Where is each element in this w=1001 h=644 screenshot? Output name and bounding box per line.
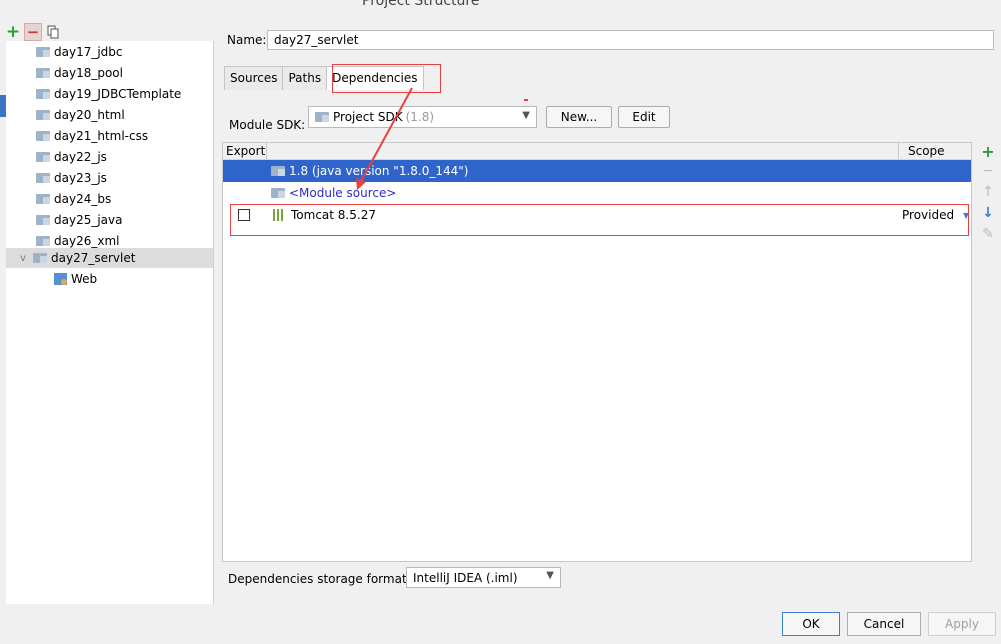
module-folder-icon xyxy=(36,68,50,78)
web-facet-icon xyxy=(54,273,67,285)
header-export: Export xyxy=(226,144,266,158)
module-label: day22_js xyxy=(54,150,107,164)
module-label: day25_java xyxy=(54,213,123,227)
focus-indicator xyxy=(0,95,6,117)
module-folder-icon xyxy=(36,194,50,204)
sdk-folder-icon xyxy=(315,112,329,122)
table-side-toolbar: + − ↑ ↓ ✎ xyxy=(978,142,998,247)
table-header: Export Scope xyxy=(223,143,971,160)
edit-sdk-button[interactable]: Edit xyxy=(618,106,670,128)
ok-button[interactable]: OK xyxy=(782,612,840,636)
add-dependency-icon[interactable]: + xyxy=(978,142,998,163)
dependency-name: 1.8 (java version "1.8.0_144") xyxy=(289,164,469,178)
facet-label: Web xyxy=(71,272,98,286)
module-label: day19_JDBCTemplate xyxy=(54,87,182,101)
storage-format-select[interactable]: IntelliJ IDEA (.iml) ▼ xyxy=(406,567,561,588)
module-folder-icon xyxy=(36,152,50,162)
module-folder-icon xyxy=(36,47,50,57)
module-name-input[interactable] xyxy=(267,30,994,50)
module-label: day21_html-css xyxy=(54,129,149,143)
chevron-down-icon[interactable]: v xyxy=(16,253,30,264)
module-sdk-label: Module SDK: xyxy=(229,118,306,132)
copy-module-icon[interactable] xyxy=(45,24,61,40)
module-label: day17_jdbc xyxy=(54,45,123,59)
module-folder-icon xyxy=(36,89,50,99)
new-sdk-button[interactable]: New... xyxy=(546,106,612,128)
module-folder-icon xyxy=(36,215,50,225)
apply-button[interactable]: Apply xyxy=(928,612,996,636)
header-divider xyxy=(266,143,267,159)
storage-format-value: IntelliJ IDEA (.iml) xyxy=(413,570,518,585)
module-label: day27_servlet xyxy=(51,251,136,265)
module-label: day26_xml xyxy=(54,234,120,248)
tab-paths[interactable]: Paths xyxy=(282,66,328,90)
window-titlebar: Project Structure xyxy=(0,0,1001,11)
tree-item-module[interactable]: day17_jdbc xyxy=(6,42,213,62)
module-label: day24_bs xyxy=(54,192,112,206)
header-scope: Scope xyxy=(908,144,945,158)
source-folder-icon xyxy=(271,188,285,198)
module-tree: day17_jdbc day18_pool day19_JDBCTemplate… xyxy=(6,41,214,604)
header-divider xyxy=(898,143,899,159)
tree-item-module[interactable]: day19_JDBCTemplate xyxy=(6,84,213,104)
cancel-button[interactable]: Cancel xyxy=(847,612,921,636)
table-row-jdk[interactable]: 1.8 (java version "1.8.0_144") xyxy=(223,160,971,182)
tree-item-module[interactable]: day22_js xyxy=(6,147,213,167)
module-folder-icon xyxy=(36,173,50,183)
module-folder-icon xyxy=(36,131,50,141)
tree-item-module-selected[interactable]: v day27_servlet xyxy=(6,248,213,268)
remove-module-icon[interactable]: − xyxy=(24,23,42,41)
name-label: Name: xyxy=(227,33,267,47)
tree-item-module[interactable]: day24_bs xyxy=(6,189,213,209)
chevron-down-icon: ▼ xyxy=(522,110,530,121)
tree-item-module[interactable]: day18_pool xyxy=(6,63,213,83)
module-settings-panel: Name: Sources Paths Dependencies Module … xyxy=(214,11,1001,604)
remove-dependency-icon[interactable]: − xyxy=(978,163,998,184)
module-folder-icon xyxy=(36,110,50,120)
sdk-version: (1.8) xyxy=(405,110,435,124)
add-module-icon[interactable]: + xyxy=(5,22,21,42)
module-label: day20_html xyxy=(54,108,125,122)
highlight-tomcat-row xyxy=(230,204,969,236)
jdk-folder-icon xyxy=(271,166,285,176)
tree-item-module[interactable]: day21_html-css xyxy=(6,126,213,146)
tree-item-facet[interactable]: Web xyxy=(6,269,213,289)
move-down-icon[interactable]: ↓ xyxy=(978,205,998,226)
annotation-dash xyxy=(524,99,528,101)
tab-sources[interactable]: Sources xyxy=(224,66,284,90)
window-title: Project Structure xyxy=(362,0,480,9)
dependency-name: <Module source> xyxy=(289,186,397,200)
sdk-value: Project SDK xyxy=(333,110,403,124)
module-folder-icon xyxy=(36,236,50,246)
tree-item-module[interactable]: day20_html xyxy=(6,105,213,125)
module-label: day18_pool xyxy=(54,66,123,80)
module-label: day23_js xyxy=(54,171,107,185)
table-row-module-source[interactable]: <Module source> xyxy=(223,182,971,204)
edit-dependency-icon[interactable]: ✎ xyxy=(978,226,998,247)
tree-item-module[interactable]: day23_js xyxy=(6,168,213,188)
module-folder-icon xyxy=(33,253,47,263)
move-up-icon[interactable]: ↑ xyxy=(978,184,998,205)
chevron-down-icon: ▼ xyxy=(546,570,554,581)
tree-item-module[interactable]: day25_java xyxy=(6,210,213,230)
storage-format-label: Dependencies storage format: xyxy=(228,572,411,586)
module-sdk-select[interactable]: Project SDK (1.8) ▼ xyxy=(308,106,537,128)
highlight-dependencies-tab xyxy=(332,64,441,93)
module-toolbar: + − xyxy=(5,22,61,42)
